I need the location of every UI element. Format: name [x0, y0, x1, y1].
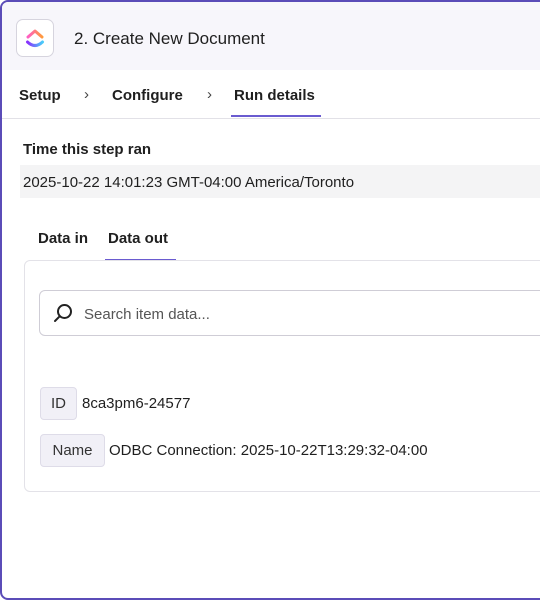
item-value-name: ODBC Connection: 2025-10-22T13:29:32-04:… [109, 442, 428, 459]
tab-data-out[interactable]: Data out [108, 230, 168, 247]
step-header: 2. Create New Document [2, 2, 540, 70]
step-title: 2. Create New Document [74, 29, 265, 48]
time-ran-box: 2025-10-22 14:01:23 GMT-04:00 America/To… [20, 165, 540, 198]
clickup-logo-icon [16, 19, 54, 57]
tab-run-details[interactable]: Run details [234, 87, 315, 104]
chevron-right-icon: › [84, 86, 89, 103]
step-details-panel: 2. Create New Document Setup › Configure… [0, 0, 540, 600]
tab-configure[interactable]: Configure [112, 87, 183, 104]
time-ran-value: 2025-10-22 14:01:23 GMT-04:00 America/To… [23, 174, 355, 191]
chevron-right-icon: › [207, 86, 212, 103]
search-icon [54, 304, 72, 322]
step-nav: Setup › Configure › Run details [2, 70, 540, 119]
search-box[interactable] [39, 290, 540, 336]
search-input[interactable] [84, 303, 524, 325]
tab-setup[interactable]: Setup [19, 87, 61, 104]
time-ran-label: Time this step ran [23, 141, 152, 158]
item-key-id: ID [40, 387, 77, 420]
active-tab-indicator [231, 115, 321, 117]
item-key-name: Name [40, 434, 105, 467]
tab-data-in[interactable]: Data in [38, 230, 88, 247]
item-value-id: 8ca3pm6-24577 [82, 395, 191, 412]
data-out-panel: ID 8ca3pm6-24577 Name ODBC Connection: 2… [24, 260, 540, 492]
